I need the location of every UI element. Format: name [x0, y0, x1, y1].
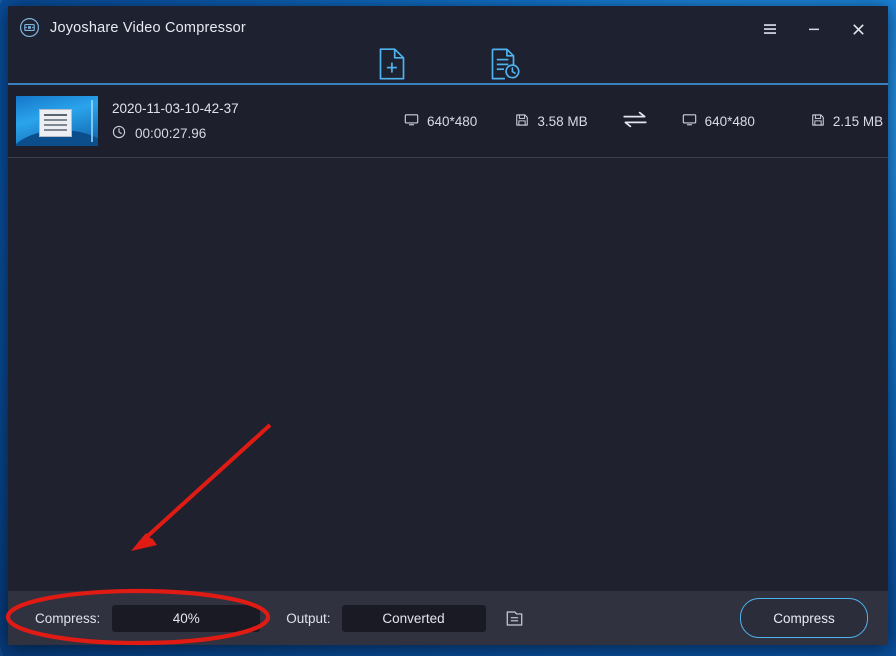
window-controls: [748, 14, 880, 44]
source-size: 3.58 MB: [515, 113, 587, 130]
file-list-row[interactable]: 2020-11-03-10-42-37 00:00:27.96: [8, 85, 888, 158]
video-thumbnail: [16, 96, 98, 146]
desktop-background: Joyoshare Video Compressor: [0, 0, 896, 656]
minimize-icon[interactable]: [792, 14, 836, 44]
compress-value-field[interactable]: 40%: [112, 605, 260, 632]
file-info: 2020-11-03-10-42-37 00:00:27.96: [112, 101, 348, 142]
source-resolution: 640*480: [404, 112, 477, 130]
monitor-icon: [682, 112, 697, 130]
target-size-value: 2.15 MB: [833, 114, 883, 129]
source-resolution-value: 640*480: [427, 114, 477, 129]
title-bar: Joyoshare Video Compressor: [8, 6, 888, 85]
history-file-icon[interactable]: [485, 44, 525, 84]
add-file-icon[interactable]: [372, 44, 412, 84]
file-stats: 640*480 3.58 MB: [348, 111, 883, 131]
file-list-area[interactable]: [8, 158, 888, 591]
compress-button[interactable]: Compress: [740, 598, 868, 638]
output-label: Output:: [286, 611, 330, 626]
title-bar-left: Joyoshare Video Compressor: [19, 17, 246, 38]
compress-label: Compress:: [35, 611, 100, 626]
application-window: Joyoshare Video Compressor: [8, 6, 888, 645]
file-duration: 00:00:27.96: [112, 125, 348, 142]
bottom-toolbar: Compress: 40% Output: Converted Compress: [8, 591, 888, 645]
hamburger-menu-icon[interactable]: [748, 14, 792, 44]
open-folder-icon[interactable]: [502, 605, 528, 631]
output-value-field[interactable]: Converted: [342, 605, 486, 632]
file-name: 2020-11-03-10-42-37: [112, 101, 348, 116]
toolbar-accent-divider: [8, 83, 888, 85]
save-disk-icon: [515, 113, 529, 130]
close-icon[interactable]: [836, 14, 880, 44]
save-disk-icon: [811, 113, 825, 130]
two-way-arrows-icon: [622, 111, 648, 131]
source-size-value: 3.58 MB: [537, 114, 587, 129]
file-duration-value: 00:00:27.96: [135, 126, 206, 141]
main-toolbar: [8, 44, 888, 84]
monitor-icon: [404, 112, 419, 130]
target-size: 2.15 MB: [811, 113, 883, 130]
window-title: Joyoshare Video Compressor: [50, 20, 246, 36]
target-resolution-value: 640*480: [705, 114, 755, 129]
video-frame-logo-icon: [19, 17, 40, 38]
target-resolution: 640*480: [682, 112, 755, 130]
clock-icon: [112, 125, 126, 142]
